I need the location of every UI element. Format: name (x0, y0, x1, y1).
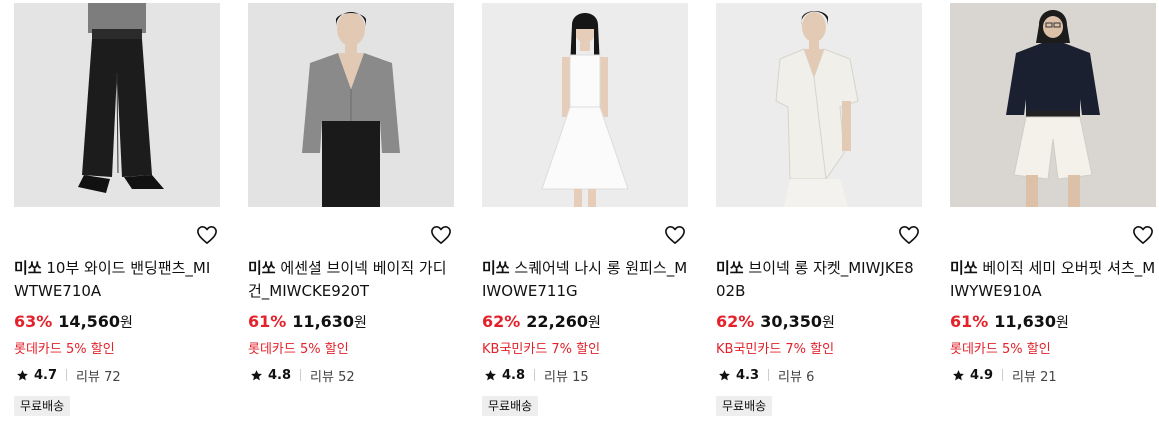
sale-price: 11,630 (994, 312, 1057, 331)
price-row: 62% 22,260 원 (482, 312, 688, 336)
card-promo: 롯데카드 5% 할인 (248, 342, 349, 357)
product-card[interactable]: 미쏘 10부 와이드 밴딩팬츠_MIWTWE710A 63% 14,560 원 … (14, 3, 220, 416)
divider (300, 369, 302, 381)
product-card[interactable]: 미쏘 브이넥 롱 자켓_MIWJKE802B 62% 30,350 원 KB국민… (716, 3, 922, 416)
product-title: 베이직 세미 오버핏 셔츠_MIWYWE910A (950, 259, 1156, 300)
review-count: 리뷰 6 (778, 369, 815, 385)
rating-score: 4.8 (268, 367, 292, 383)
currency-unit: 원 (588, 315, 601, 331)
product-name[interactable]: 미쏘 에센셜 브이넥 베이직 가디건_MIWCKE920T (248, 257, 454, 305)
wishlist-heart-icon[interactable] (430, 225, 452, 245)
rating-score: 4.7 (34, 367, 58, 383)
review-count: 리뷰 15 (544, 369, 589, 385)
review-count: 리뷰 72 (76, 369, 121, 385)
product-card[interactable]: 미쏘 에센셜 브이넥 베이직 가디건_MIWCKE920T 61% 11,630… (248, 3, 454, 385)
review-count: 리뷰 21 (1012, 369, 1057, 385)
price-row: 62% 30,350 원 (716, 312, 922, 336)
product-brand: 미쏘 (716, 259, 744, 277)
rating-row: 4.9 리뷰 21 (950, 365, 1156, 385)
product-card[interactable]: 미쏘 베이직 세미 오버핏 셔츠_MIWYWE910A 61% 11,630 원… (950, 3, 1156, 385)
product-title: 에센셜 브이넥 베이직 가디건_MIWCKE920T (248, 259, 447, 300)
currency-unit: 원 (120, 315, 133, 331)
wishlist-heart-icon[interactable] (1132, 225, 1154, 245)
review-count: 리뷰 52 (310, 369, 355, 385)
product-brand: 미쏘 (248, 259, 276, 277)
rating-row: 4.8 리뷰 52 (248, 365, 454, 385)
divider (534, 369, 536, 381)
star-icon (952, 369, 965, 382)
wishlist-heart-icon[interactable] (664, 225, 686, 245)
star-icon (484, 369, 497, 382)
product-title: 10부 와이드 밴딩팬츠_MIWTWE710A (14, 259, 211, 300)
rating-score: 4.3 (736, 367, 760, 383)
card-promo: 롯데카드 5% 할인 (950, 342, 1051, 357)
product-grid: 미쏘 10부 와이드 밴딩팬츠_MIWTWE710A 63% 14,560 원 … (0, 0, 1159, 433)
price-row: 63% 14,560 원 (14, 312, 220, 336)
rating-row: 4.7 리뷰 72 (14, 365, 220, 385)
star-icon (718, 369, 731, 382)
discount-rate: 62% (716, 312, 755, 331)
card-promo: KB국민카드 7% 할인 (482, 342, 601, 357)
product-name[interactable]: 미쏘 브이넥 롱 자켓_MIWJKE802B (716, 257, 922, 305)
product-brand: 미쏘 (482, 259, 510, 277)
product-image[interactable] (950, 3, 1156, 207)
free-shipping-badge: 무료배송 (14, 396, 71, 416)
product-brand: 미쏘 (14, 259, 42, 277)
price-row: 61% 11,630 원 (950, 312, 1156, 336)
product-card[interactable]: 미쏘 스퀘어넥 나시 롱 원피스_MIWOWE711G 62% 22,260 원… (482, 3, 688, 416)
product-name[interactable]: 미쏘 베이직 세미 오버핏 셔츠_MIWYWE910A (950, 257, 1156, 305)
wishlist-heart-icon[interactable] (898, 225, 920, 245)
product-image[interactable] (14, 3, 220, 207)
rating-row: 4.8 리뷰 15 (482, 365, 688, 385)
divider (66, 369, 68, 381)
free-shipping-badge: 무료배송 (482, 396, 539, 416)
rating-score: 4.8 (502, 367, 526, 383)
product-title: 스퀘어넥 나시 롱 원피스_MIWOWE711G (482, 259, 688, 300)
wishlist-heart-icon[interactable] (196, 225, 218, 245)
product-image[interactable] (248, 3, 454, 207)
sale-price: 30,350 (760, 312, 823, 331)
card-promo: KB국민카드 7% 할인 (716, 342, 835, 357)
free-shipping-badge: 무료배송 (716, 396, 773, 416)
currency-unit: 원 (1056, 315, 1069, 331)
divider (768, 369, 770, 381)
discount-rate: 62% (482, 312, 521, 331)
rating-score: 4.9 (970, 367, 994, 383)
product-title: 브이넥 롱 자켓_MIWJKE802B (716, 259, 914, 300)
sale-price: 14,560 (58, 312, 121, 331)
discount-rate: 61% (950, 312, 989, 331)
discount-rate: 61% (248, 312, 287, 331)
star-icon (16, 369, 29, 382)
currency-unit: 원 (354, 315, 367, 331)
card-promo: 롯데카드 5% 할인 (14, 342, 115, 357)
sale-price: 22,260 (526, 312, 589, 331)
product-brand: 미쏘 (950, 259, 978, 277)
divider (1002, 369, 1004, 381)
product-name[interactable]: 미쏘 스퀘어넥 나시 롱 원피스_MIWOWE711G (482, 257, 688, 305)
star-icon (250, 369, 263, 382)
rating-row: 4.3 리뷰 6 (716, 365, 922, 385)
price-row: 61% 11,630 원 (248, 312, 454, 336)
product-image[interactable] (716, 3, 922, 207)
discount-rate: 63% (14, 312, 53, 331)
currency-unit: 원 (822, 315, 835, 331)
product-image[interactable] (482, 3, 688, 207)
sale-price: 11,630 (292, 312, 355, 331)
product-name[interactable]: 미쏘 10부 와이드 밴딩팬츠_MIWTWE710A (14, 257, 220, 305)
